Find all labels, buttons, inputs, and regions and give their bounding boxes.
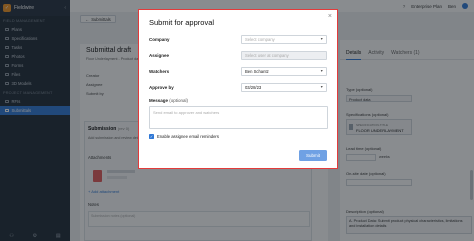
message-label: Message (optional) bbox=[149, 98, 188, 103]
assignee-row: Assignee Select user at company bbox=[149, 50, 327, 60]
email-reminders-label: Enable assignee email reminders bbox=[157, 134, 219, 139]
assignee-label: Assignee bbox=[149, 52, 170, 58]
chevron-down-icon: ▼ bbox=[320, 69, 324, 73]
submit-for-approval-dialog: Submit for approval × Company Select com… bbox=[138, 9, 338, 169]
approve-by-value: 03/28/23 bbox=[244, 84, 262, 90]
chevron-down-icon: ▼ bbox=[320, 37, 324, 41]
company-row: Company Select company ▼ bbox=[149, 34, 327, 44]
submit-button[interactable]: Submit bbox=[299, 150, 327, 161]
watchers-value: Ben Schantz bbox=[244, 68, 269, 74]
checkbox-checked-icon[interactable]: ✓ bbox=[149, 134, 154, 139]
company-select[interactable]: Select company ▼ bbox=[241, 34, 327, 44]
message-textarea[interactable]: Send email to approver and watchers bbox=[149, 106, 328, 129]
close-icon[interactable]: × bbox=[328, 13, 332, 20]
watchers-row: Watchers Ben Schantz ▼ bbox=[149, 66, 327, 76]
email-reminders-row[interactable]: ✓ Enable assignee email reminders bbox=[149, 134, 219, 139]
approve-by-label: Approve by bbox=[149, 84, 174, 90]
chevron-down-icon: ▼ bbox=[320, 85, 324, 89]
watchers-select[interactable]: Ben Schantz ▼ bbox=[241, 66, 327, 76]
assignee-placeholder: Select user at company bbox=[244, 52, 289, 58]
watchers-label: Watchers bbox=[149, 68, 170, 74]
message-label-text: Message bbox=[149, 98, 169, 103]
company-placeholder: Select company bbox=[244, 36, 275, 42]
message-optional: (optional) bbox=[169, 98, 189, 103]
company-label: Company bbox=[149, 36, 170, 42]
dialog-title: Submit for approval bbox=[149, 18, 215, 27]
approve-by-date-picker[interactable]: 03/28/23 ▼ bbox=[241, 82, 327, 92]
approve-by-row: Approve by 03/28/23 ▼ bbox=[149, 82, 327, 92]
assignee-select[interactable]: Select user at company bbox=[241, 50, 327, 60]
